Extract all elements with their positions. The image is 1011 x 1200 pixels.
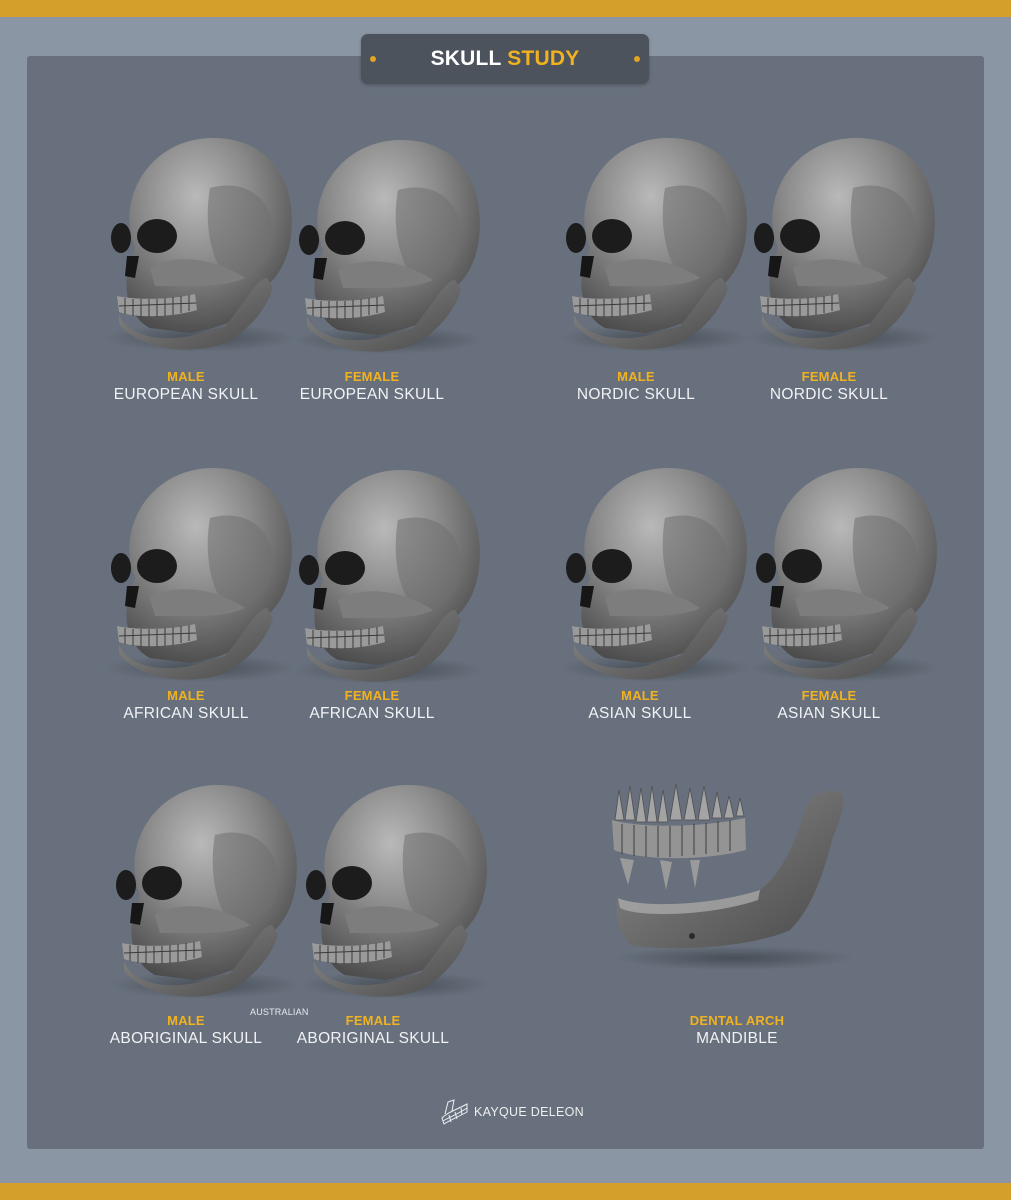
skull-image	[95, 128, 296, 358]
item-main-label: MANDIBLE	[696, 1030, 778, 1047]
item-sub-label: FEMALE	[344, 369, 400, 384]
title-word-2: STUDY	[507, 47, 580, 70]
bottom-frame-bar	[0, 1183, 1011, 1200]
item-main-label: NORDIC SKULL	[769, 386, 889, 403]
top-frame-bar	[0, 0, 1011, 17]
item-sub-label: MALE	[167, 688, 205, 703]
item-main-label: ASIAN SKULL	[588, 705, 692, 722]
skull-image	[738, 128, 939, 358]
title-word-1: SKULL	[430, 47, 502, 70]
skull-image	[740, 458, 941, 688]
page-title: SKULL STUDY	[431, 47, 580, 71]
item-sub-label: FEMALE	[344, 688, 400, 703]
skull-image	[100, 775, 301, 1005]
item-sub-label: MALE	[617, 369, 655, 384]
artist-credit: KAYQUE DELEON	[440, 1098, 584, 1126]
item-main-label: ASIAN SKULL	[777, 705, 881, 722]
item-sub-label: MALE	[167, 369, 205, 384]
grid-logo-icon	[441, 1099, 468, 1125]
item-main-label: NORDIC SKULL	[576, 386, 696, 403]
bullet-dot-icon	[634, 56, 640, 62]
skull-image	[550, 458, 751, 688]
skull-image	[283, 460, 484, 690]
item-sub-label: DENTAL ARCH	[689, 1013, 785, 1028]
item-sub-label: FEMALE	[801, 369, 857, 384]
mandible-image	[600, 780, 860, 980]
item-main-label: EUROPEAN SKULL	[299, 386, 445, 403]
skull-image	[283, 130, 484, 360]
skull-image	[550, 128, 751, 358]
item-main-label: AFRICAN SKULL	[309, 705, 435, 722]
title-banner: SKULL STUDY	[361, 34, 649, 84]
item-sub-label: FEMALE	[801, 688, 857, 703]
credit-text: KAYQUE DELEON	[474, 1105, 584, 1119]
skull-image	[290, 775, 491, 1005]
item-sub-label: MALE	[621, 688, 659, 703]
item-sub-label: FEMALE	[345, 1013, 401, 1028]
bullet-dot-icon	[370, 56, 376, 62]
skull-image	[95, 458, 296, 688]
item-main-label: ABORIGINAL SKULL	[296, 1030, 450, 1047]
